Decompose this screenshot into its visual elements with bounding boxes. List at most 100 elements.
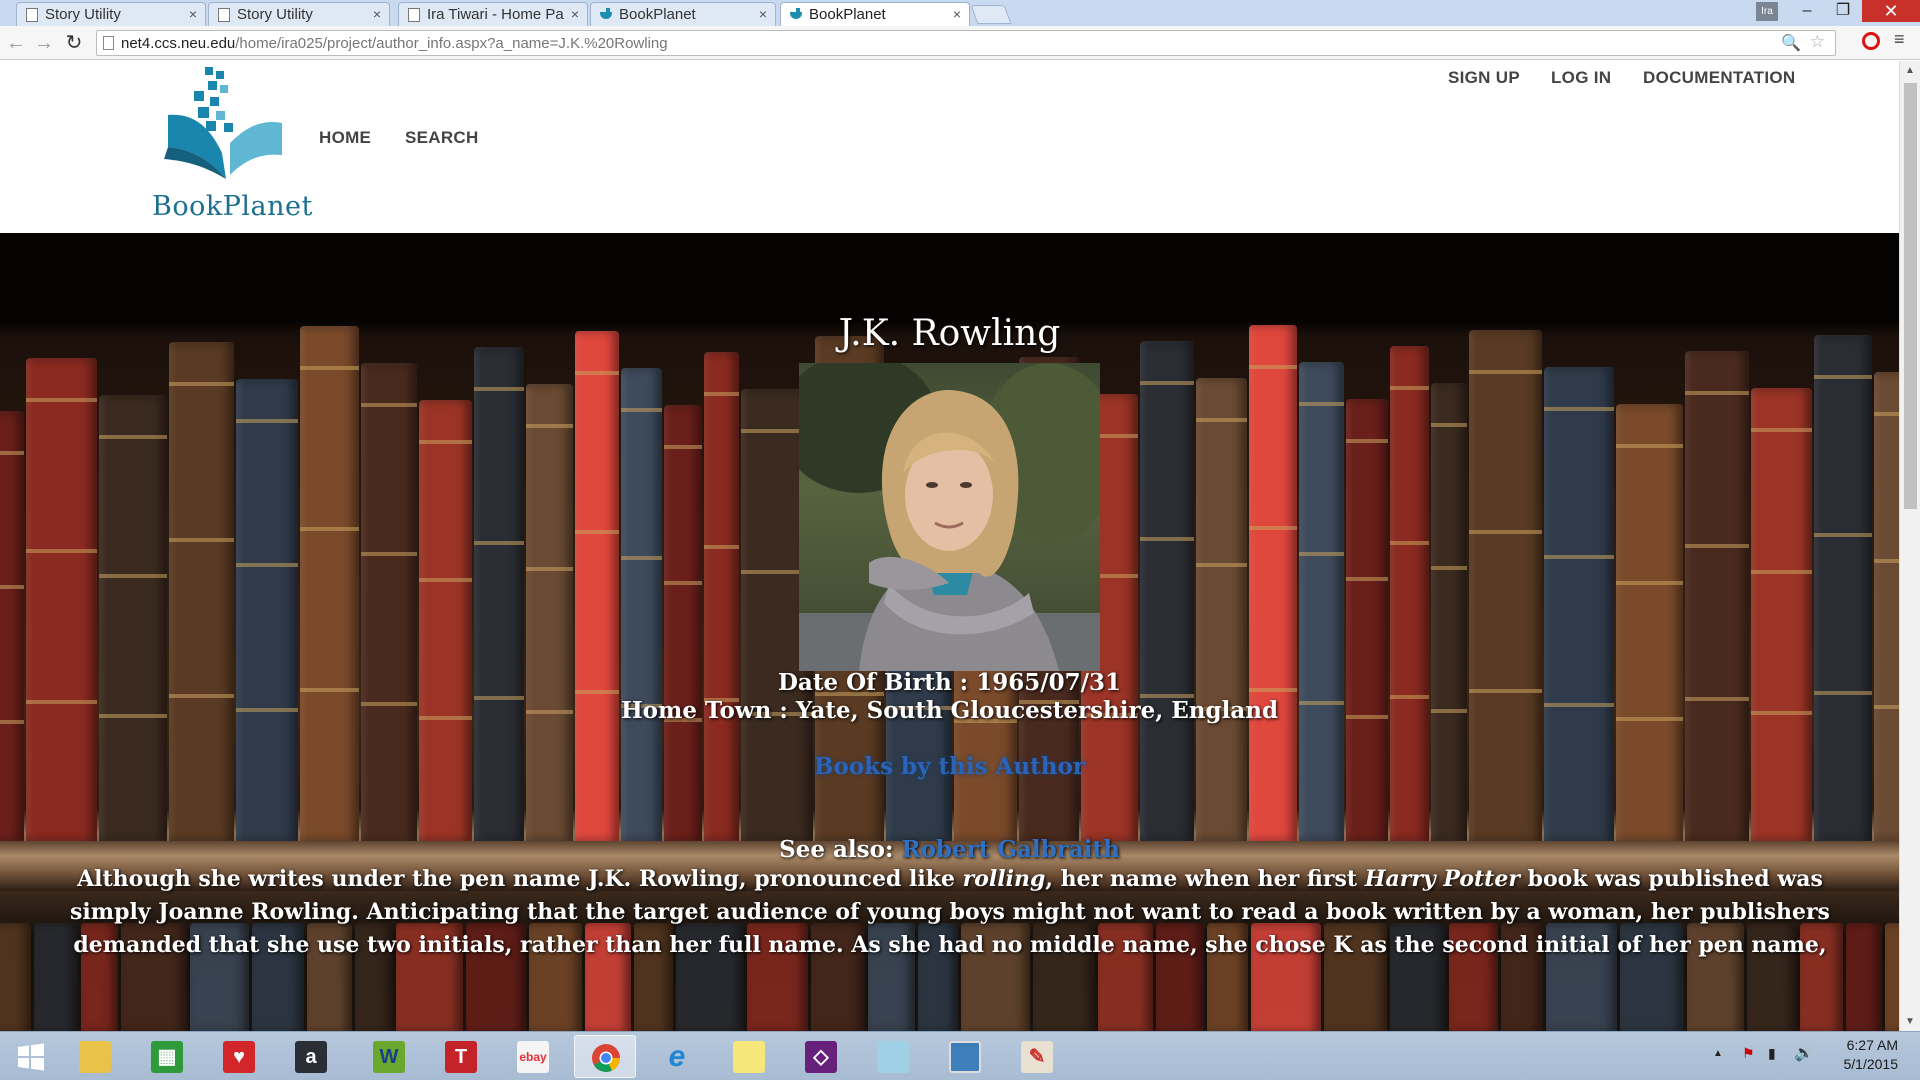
spine-band xyxy=(1616,580,1683,585)
start-button[interactable] xyxy=(0,1035,62,1078)
tab-close-icon[interactable]: × xyxy=(373,6,381,22)
nav-log-in[interactable]: LOG IN xyxy=(1551,68,1611,88)
tab-bookplanet-1[interactable]: BookPlanet × xyxy=(590,2,776,26)
spine-band xyxy=(1874,558,1899,563)
url-host: net4.ccs.neu.edu xyxy=(121,35,236,52)
bookplanet-logo[interactable]: BookPlanet xyxy=(150,63,313,233)
taskbar-visual-studio[interactable]: ◇ xyxy=(790,1035,852,1078)
notepad-icon xyxy=(877,1041,909,1073)
address-bar[interactable]: net4.ccs.neu.edu/home/ira025/project/aut… xyxy=(96,30,1836,56)
spine-band xyxy=(26,398,97,402)
see-also-label: See also: xyxy=(779,836,902,863)
network-icon[interactable]: ▮ xyxy=(1768,1045,1776,1062)
date-of-birth: Date Of Birth : 1965/07/31 xyxy=(0,669,1899,696)
tab-ira-tiwari[interactable]: Ira Tiwari - Home Pa × xyxy=(398,2,588,26)
spine-band xyxy=(1431,566,1467,571)
paint-palette-icon: ✎ xyxy=(1021,1041,1053,1073)
bio-emphasis: Harry Potter xyxy=(1364,866,1520,892)
nav-search[interactable]: SEARCH xyxy=(405,128,479,148)
spine-band xyxy=(361,552,417,557)
extension-icon[interactable] xyxy=(1862,32,1880,50)
close-window-button[interactable]: ✕ xyxy=(1862,0,1920,22)
page-icon xyxy=(103,36,114,50)
spine-band xyxy=(1196,418,1247,422)
action-center-icon[interactable]: ⚑ xyxy=(1742,1045,1755,1062)
menu-icon[interactable]: ≡ xyxy=(1894,29,1905,50)
volume-icon[interactable]: 🔊 xyxy=(1794,1043,1814,1063)
taskbar-amazon[interactable]: a xyxy=(280,1035,342,1078)
profile-button[interactable]: Ira xyxy=(1756,2,1778,21)
taskbar-paint[interactable]: ✎ xyxy=(1006,1035,1068,1078)
url-text[interactable]: net4.ccs.neu.edu/home/ira025/project/aut… xyxy=(121,35,668,52)
browser-toolbar: ← → ↻ net4.ccs.neu.edu/home/ira025/proje… xyxy=(0,26,1920,60)
restore-button[interactable]: ❐ xyxy=(1822,0,1864,22)
bookmark-star-icon[interactable]: ☆ xyxy=(1810,32,1825,52)
spine-band xyxy=(1616,444,1683,448)
taskbar-file-explorer[interactable] xyxy=(64,1035,126,1078)
spine-band xyxy=(0,451,24,455)
taskbar-sticky-notes[interactable] xyxy=(718,1035,780,1078)
spine-band xyxy=(664,445,702,449)
nav-documentation[interactable]: DOCUMENTATION xyxy=(1643,68,1795,88)
nav-home[interactable]: HOME xyxy=(319,128,371,148)
tab-close-icon[interactable]: × xyxy=(759,6,767,22)
folder-icon xyxy=(79,1041,111,1073)
t-app-icon: T xyxy=(445,1041,477,1073)
tab-close-icon[interactable]: × xyxy=(189,6,197,22)
tab-story-utility-2[interactable]: Story Utility × xyxy=(208,2,390,26)
clock-date: 5/1/2015 xyxy=(1843,1056,1899,1072)
author-bio: Although she writes under the pen name J… xyxy=(60,863,1840,962)
bookplanet-favicon-icon xyxy=(790,8,802,22)
photos-icon xyxy=(949,1041,981,1073)
taskbar-heart-app[interactable]: ♥ xyxy=(208,1035,270,1078)
tab-close-icon[interactable]: × xyxy=(571,6,579,22)
tab-bookplanet-active[interactable]: BookPlanet × xyxy=(780,2,970,27)
scroll-down-icon[interactable]: ▼ xyxy=(1905,1016,1915,1027)
spine-band xyxy=(1751,569,1812,574)
taskbar-t-app[interactable]: T xyxy=(430,1035,492,1078)
spine-band xyxy=(419,577,472,582)
ie-icon: e xyxy=(668,1040,686,1073)
spine-band xyxy=(300,526,359,531)
spine-band xyxy=(526,424,573,428)
tab-story-utility-1[interactable]: Story Utility × xyxy=(16,2,206,26)
back-icon[interactable]: ← xyxy=(4,31,28,55)
hometown-value: Yate, South Gloucestershire, England xyxy=(795,697,1279,724)
windows-taskbar: ▦ ♥ a W T ebay e ◇ ✎ xyxy=(0,1031,1920,1080)
brand-wordmark: BookPlanet xyxy=(152,191,313,222)
taskbar-games[interactable]: W xyxy=(358,1035,420,1078)
new-tab-button[interactable] xyxy=(970,5,1012,24)
bio-text: , her name when her first xyxy=(1045,866,1365,892)
visual-studio-icon: ◇ xyxy=(805,1041,837,1073)
forward-icon[interactable]: → xyxy=(32,31,56,55)
spine-band xyxy=(704,544,739,549)
page-scrollbar[interactable]: ▲ ▼ xyxy=(1899,61,1920,1031)
tab-close-icon[interactable]: × xyxy=(953,6,961,22)
bookplanet-favicon-icon xyxy=(600,8,612,22)
taskbar-clock[interactable]: 6:27 AM 5/1/2015 xyxy=(1828,1036,1899,1074)
books-by-author-link[interactable]: Books by this Author xyxy=(0,753,1899,780)
page-viewport: BookPlanet HOME SEARCH SIGN UP LOG IN DO… xyxy=(0,61,1899,1031)
bio-text: Although she writes under the pen name J… xyxy=(77,866,963,892)
taskbar-ebay[interactable]: ebay xyxy=(502,1035,564,1078)
taskbar-chrome[interactable] xyxy=(574,1035,636,1078)
heart-icon: ♥ xyxy=(223,1041,255,1073)
reload-icon[interactable]: ↻ xyxy=(62,31,86,55)
scroll-up-icon[interactable]: ▲ xyxy=(1905,65,1915,76)
author-hero: J.K. Rowling Date Of Birth : 1965/07/31 … xyxy=(0,233,1899,1031)
taskbar-internet-explorer[interactable]: e xyxy=(646,1035,708,1078)
show-hidden-icons-icon[interactable]: ▲ xyxy=(1713,1048,1723,1059)
spine-band xyxy=(1249,526,1297,531)
taskbar-photos[interactable] xyxy=(934,1035,996,1078)
book-spine xyxy=(0,923,31,1031)
spine-band xyxy=(1469,529,1542,534)
scrollbar-thumb[interactable] xyxy=(1904,83,1917,509)
nav-sign-up[interactable]: SIGN UP xyxy=(1448,68,1520,88)
see-also-link[interactable]: Robert Galbraith xyxy=(901,836,1119,863)
spine-band xyxy=(1140,537,1194,542)
zoom-icon[interactable]: 🔍 xyxy=(1781,33,1801,53)
spine-band xyxy=(0,585,24,590)
taskbar-store[interactable]: ▦ xyxy=(136,1035,198,1078)
tab-title: Ira Tiwari - Home Pa xyxy=(427,6,564,23)
taskbar-notepad[interactable] xyxy=(862,1035,924,1078)
